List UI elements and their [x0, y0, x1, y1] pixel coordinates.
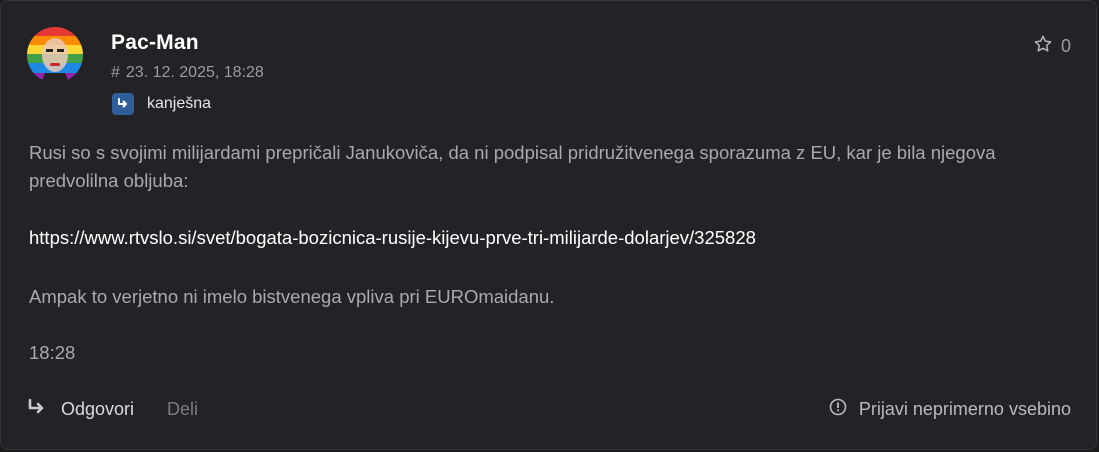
like-count: 0 [1060, 36, 1071, 56]
avatar[interactable] [27, 27, 83, 83]
like-button[interactable]: 0 [1033, 34, 1071, 59]
report-button[interactable]: Prijavi neprimerno vsebino [829, 398, 1071, 421]
author-name[interactable]: Pac-Man [111, 31, 199, 55]
report-label: Prijavi neprimerno vsebino [858, 399, 1071, 419]
badge-label: kanješna [147, 95, 212, 112]
reply-badge-icon [112, 93, 134, 115]
post-timestamp: 23. 12. 2025, 18:28 [125, 64, 264, 81]
info-circle-icon [829, 398, 859, 421]
reply-button[interactable]: Odgovori [27, 398, 134, 421]
post-actions: Odgovori Deli [27, 398, 198, 421]
reply-label: Odgovori [61, 399, 135, 419]
star-icon[interactable] [1033, 34, 1053, 59]
post-link[interactable]: https://www.rtvslo.si/svet/bogata-bozicn… [29, 224, 756, 252]
reply-arrow-icon [27, 398, 61, 421]
share-button[interactable]: Deli [167, 399, 198, 420]
post-meta: #23. 12. 2025, 18:28 [111, 64, 264, 82]
post-paragraph: 18:28 [29, 342, 76, 363]
user-badge: kanješna [112, 93, 211, 115]
post-paragraph: Ampak to verjetno ni imelo bistvenega vp… [29, 286, 555, 307]
permalink-hash[interactable]: # [111, 64, 120, 81]
post-card: Pac-Man #23. 12. 2025, 18:28 kanješna 0 … [0, 0, 1097, 450]
post-paragraph: Rusi so s svojimi milijardami prepričali… [29, 142, 996, 191]
